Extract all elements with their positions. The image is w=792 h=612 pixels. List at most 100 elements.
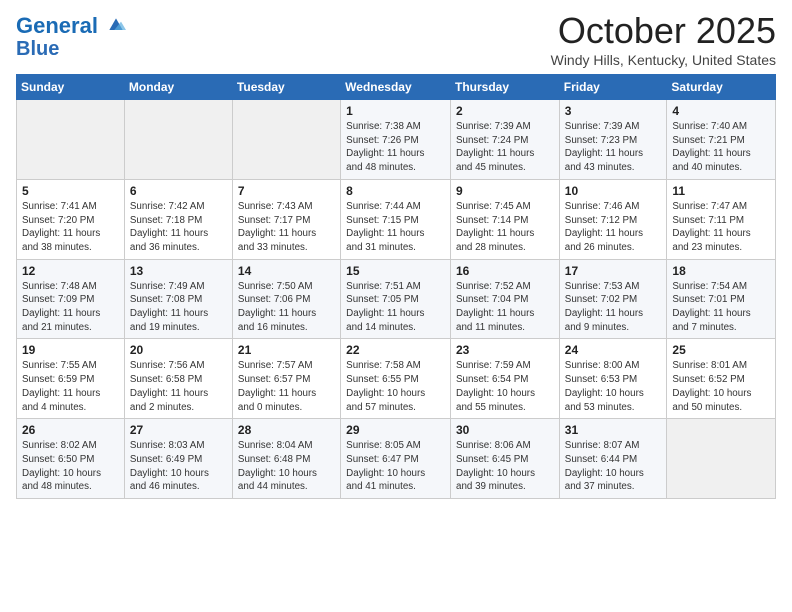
day-info: Sunrise: 8:07 AM Sunset: 6:44 PM Dayligh…: [565, 439, 662, 494]
day-number: 9: [456, 184, 554, 198]
weekday-header-friday: Friday: [559, 75, 667, 100]
title-block: October 2025 Windy Hills, Kentucky, Unit…: [551, 10, 776, 68]
day-cell: 9Sunrise: 7:45 AM Sunset: 7:14 PM Daylig…: [451, 179, 560, 259]
day-info: Sunrise: 7:49 AM Sunset: 7:08 PM Dayligh…: [130, 280, 227, 335]
day-info: Sunrise: 7:58 AM Sunset: 6:55 PM Dayligh…: [346, 359, 445, 414]
day-info: Sunrise: 8:06 AM Sunset: 6:45 PM Dayligh…: [456, 439, 554, 494]
day-info: Sunrise: 8:00 AM Sunset: 6:53 PM Dayligh…: [565, 359, 662, 414]
day-number: 27: [130, 423, 227, 437]
day-cell: 16Sunrise: 7:52 AM Sunset: 7:04 PM Dayli…: [451, 259, 560, 339]
day-number: 24: [565, 343, 662, 357]
day-number: 14: [238, 264, 335, 278]
day-info: Sunrise: 7:56 AM Sunset: 6:58 PM Dayligh…: [130, 359, 227, 414]
day-info: Sunrise: 8:02 AM Sunset: 6:50 PM Dayligh…: [22, 439, 119, 494]
day-number: 15: [346, 264, 445, 278]
day-cell: 12Sunrise: 7:48 AM Sunset: 7:09 PM Dayli…: [17, 259, 125, 339]
day-cell: 27 Sunrise: 8:03 AM Sunset: 6:49 PM Dayli…: [124, 419, 232, 499]
day-info: Sunrise: 7:54 AM Sunset: 7:01 PM Dayligh…: [672, 280, 770, 335]
day-info: Sunrise: 7:38 AM Sunset: 7:26 PM Dayligh…: [346, 120, 445, 175]
day-info: Sunrise: 7:55 AM Sunset: 6:59 PM Dayligh…: [22, 359, 119, 414]
day-info: Sunrise: 8:03 AM Sunset: 6:49 PM Dayligh…: [130, 439, 227, 494]
weekday-header-sunday: Sunday: [17, 75, 125, 100]
day-number: 29: [346, 423, 445, 437]
week-row-1: 1 Sunrise: 7:38 AM Sunset: 7:26 PM Daylig…: [17, 100, 776, 180]
day-number: 11: [672, 184, 770, 198]
day-info: Sunrise: 7:50 AM Sunset: 7:06 PM Dayligh…: [238, 280, 335, 335]
day-info: Sunrise: 7:47 AM Sunset: 7:11 PM Dayligh…: [672, 200, 770, 255]
day-info: Sunrise: 7:39 AM Sunset: 7:24 PM Dayligh…: [456, 120, 554, 175]
day-number: 22: [346, 343, 445, 357]
day-number: 18: [672, 264, 770, 278]
day-info: Sunrise: 7:40 AM Sunset: 7:21 PM Dayligh…: [672, 120, 770, 175]
weekday-header-monday: Monday: [124, 75, 232, 100]
day-info: Sunrise: 8:05 AM Sunset: 6:47 PM Dayligh…: [346, 439, 445, 494]
day-info: Sunrise: 7:46 AM Sunset: 7:12 PM Dayligh…: [565, 200, 662, 255]
week-row-2: 5 Sunrise: 7:41 AM Sunset: 7:20 PM Daylig…: [17, 179, 776, 259]
day-number: 30: [456, 423, 554, 437]
day-cell: 1 Sunrise: 7:38 AM Sunset: 7:26 PM Daylig…: [341, 100, 451, 180]
day-cell: 20 Sunrise: 7:56 AM Sunset: 6:58 PM Dayli…: [124, 339, 232, 419]
week-row-4: 19Sunrise: 7:55 AM Sunset: 6:59 PM Dayli…: [17, 339, 776, 419]
day-cell: 5 Sunrise: 7:41 AM Sunset: 7:20 PM Daylig…: [17, 179, 125, 259]
weekday-header-thursday: Thursday: [451, 75, 560, 100]
day-info: Sunrise: 7:39 AM Sunset: 7:23 PM Dayligh…: [565, 120, 662, 175]
day-cell: 30 Sunrise: 8:06 AM Sunset: 6:45 PM Dayli…: [451, 419, 560, 499]
day-cell: 26 Sunrise: 8:02 AM Sunset: 6:50 PM Dayli…: [17, 419, 125, 499]
day-cell: 22 Sunrise: 7:58 AM Sunset: 6:55 PM Dayli…: [341, 339, 451, 419]
day-cell: 3 Sunrise: 7:39 AM Sunset: 7:23 PM Daylig…: [559, 100, 667, 180]
day-number: 8: [346, 184, 445, 198]
day-number: 25: [672, 343, 770, 357]
day-number: 5: [22, 184, 119, 198]
day-cell: 29 Sunrise: 8:05 AM Sunset: 6:47 PM Dayli…: [341, 419, 451, 499]
day-number: 1: [346, 104, 445, 118]
day-cell: 21 Sunrise: 7:57 AM Sunset: 6:57 PM Dayli…: [232, 339, 340, 419]
day-cell: 24 Sunrise: 8:00 AM Sunset: 6:53 PM Dayli…: [559, 339, 667, 419]
day-number: 7: [238, 184, 335, 198]
day-cell: 2 Sunrise: 7:39 AM Sunset: 7:24 PM Daylig…: [451, 100, 560, 180]
day-cell: 14 Sunrise: 7:50 AM Sunset: 7:06 PM Dayli…: [232, 259, 340, 339]
day-number: 26: [22, 423, 119, 437]
day-cell: [17, 100, 125, 180]
month-title: October 2025: [551, 10, 776, 52]
logo: General Blue: [16, 14, 126, 60]
logo-blue: Blue: [16, 38, 126, 60]
day-cell: 8 Sunrise: 7:44 AM Sunset: 7:15 PM Daylig…: [341, 179, 451, 259]
day-cell: 31 Sunrise: 8:07 AM Sunset: 6:44 PM Dayli…: [559, 419, 667, 499]
day-cell: 10Sunrise: 7:46 AM Sunset: 7:12 PM Dayli…: [559, 179, 667, 259]
day-cell: 7 Sunrise: 7:43 AM Sunset: 7:17 PM Daylig…: [232, 179, 340, 259]
day-number: 17: [565, 264, 662, 278]
day-info: Sunrise: 7:59 AM Sunset: 6:54 PM Dayligh…: [456, 359, 554, 414]
day-number: 31: [565, 423, 662, 437]
day-info: Sunrise: 7:44 AM Sunset: 7:15 PM Dayligh…: [346, 200, 445, 255]
day-cell: [232, 100, 340, 180]
day-number: 3: [565, 104, 662, 118]
day-number: 2: [456, 104, 554, 118]
week-row-3: 12Sunrise: 7:48 AM Sunset: 7:09 PM Dayli…: [17, 259, 776, 339]
day-number: 13: [130, 264, 227, 278]
day-info: Sunrise: 7:52 AM Sunset: 7:04 PM Dayligh…: [456, 280, 554, 335]
day-number: 20: [130, 343, 227, 357]
logo-text: General: [16, 14, 126, 38]
day-cell: [667, 419, 776, 499]
day-cell: 23 Sunrise: 7:59 AM Sunset: 6:54 PM Dayli…: [451, 339, 560, 419]
day-number: 28: [238, 423, 335, 437]
calendar-table: SundayMondayTuesdayWednesdayThursdayFrid…: [16, 74, 776, 499]
day-info: Sunrise: 8:04 AM Sunset: 6:48 PM Dayligh…: [238, 439, 335, 494]
day-cell: 13 Sunrise: 7:49 AM Sunset: 7:08 PM Dayli…: [124, 259, 232, 339]
day-info: Sunrise: 7:41 AM Sunset: 7:20 PM Dayligh…: [22, 200, 119, 255]
day-cell: 19Sunrise: 7:55 AM Sunset: 6:59 PM Dayli…: [17, 339, 125, 419]
location: Windy Hills, Kentucky, United States: [551, 52, 776, 68]
header: General Blue October 2025 Windy Hills, K…: [16, 10, 776, 68]
day-cell: 15Sunrise: 7:51 AM Sunset: 7:05 PM Dayli…: [341, 259, 451, 339]
weekday-header-wednesday: Wednesday: [341, 75, 451, 100]
day-info: Sunrise: 7:48 AM Sunset: 7:09 PM Dayligh…: [22, 280, 119, 335]
day-cell: 28 Sunrise: 8:04 AM Sunset: 6:48 PM Dayli…: [232, 419, 340, 499]
day-cell: [124, 100, 232, 180]
day-info: Sunrise: 7:43 AM Sunset: 7:17 PM Dayligh…: [238, 200, 335, 255]
day-number: 23: [456, 343, 554, 357]
day-number: 21: [238, 343, 335, 357]
weekday-header-tuesday: Tuesday: [232, 75, 340, 100]
page: General Blue October 2025 Windy Hills, K…: [0, 0, 792, 509]
day-cell: 11 Sunrise: 7:47 AM Sunset: 7:11 PM Dayli…: [667, 179, 776, 259]
day-info: Sunrise: 7:57 AM Sunset: 6:57 PM Dayligh…: [238, 359, 335, 414]
